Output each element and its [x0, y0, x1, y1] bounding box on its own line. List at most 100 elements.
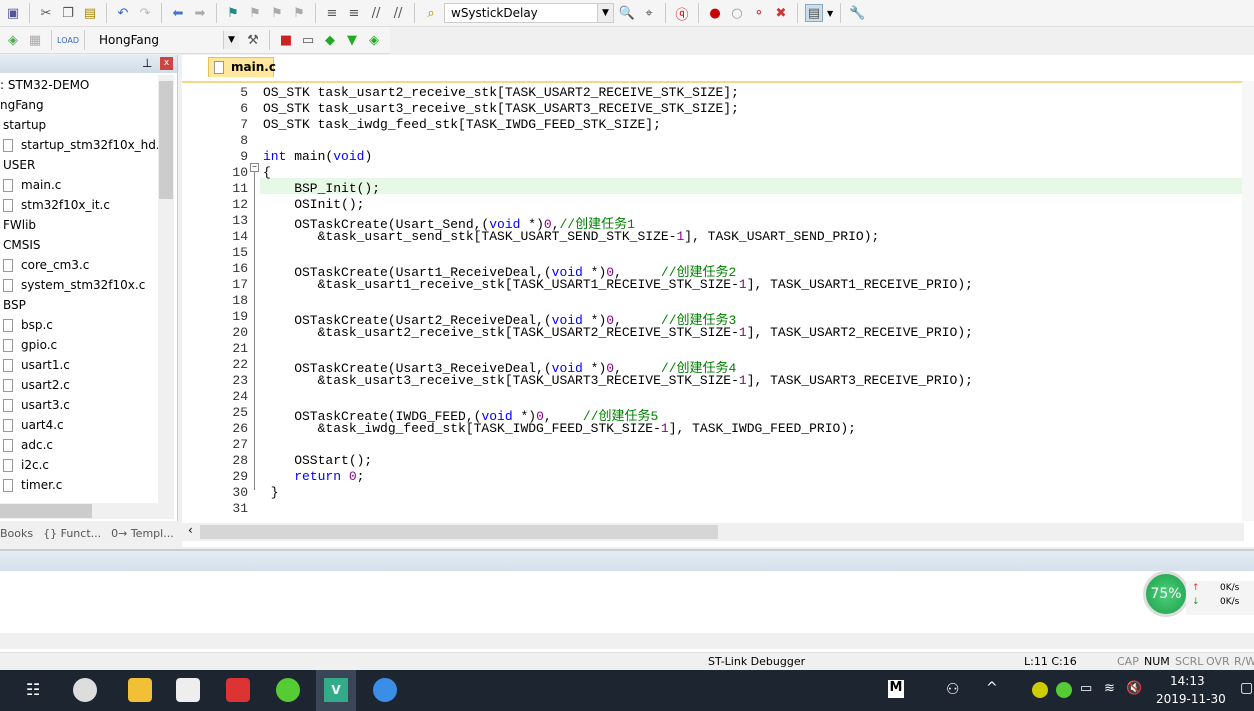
ime-indicator[interactable]: M [888, 680, 904, 698]
indent-icon[interactable]: ≡ [323, 4, 341, 22]
cut-icon[interactable]: ✂ [37, 4, 55, 22]
tree-item[interactable]: system_stm32f10x.c [0, 275, 158, 295]
clock-date[interactable]: 2019-11-30 [1156, 692, 1226, 706]
app-icon-green[interactable] [276, 678, 300, 702]
find-icon[interactable]: 🔍 [618, 4, 636, 22]
chevron-up-icon[interactable]: ^ [986, 680, 998, 696]
load-icon[interactable]: LOAD [57, 31, 79, 49]
code-line[interactable]: int main(void) [263, 149, 372, 164]
uncomment-icon[interactable]: // [389, 4, 407, 22]
code-line[interactable]: BSP_Init(); [263, 181, 380, 196]
redo-icon[interactable]: ↷ [136, 4, 154, 22]
fold-icon[interactable]: − [250, 163, 259, 172]
tree-item[interactable]: BSP [0, 295, 158, 315]
tab-books[interactable]: Books [0, 527, 33, 540]
next-bookmark-icon[interactable]: ⚑ [268, 4, 286, 22]
pack-installer-icon[interactable]: ◆ [321, 31, 339, 49]
tray-icon-e[interactable] [1056, 682, 1072, 698]
tab-main-c[interactable]: main.c [208, 57, 276, 77]
back-icon[interactable]: ⬅ [169, 4, 187, 22]
batch-build-icon[interactable]: ▣ [4, 4, 22, 22]
code-line[interactable]: OS_STK task_iwdg_feed_stk[TASK_IWDG_FEED… [263, 117, 661, 132]
clock-time[interactable]: 14:13 [1170, 674, 1205, 688]
bookmark-icon[interactable]: ⚑ [224, 4, 242, 22]
battery-icon[interactable]: ▭ [1080, 681, 1092, 696]
close-icon[interactable]: x [160, 57, 173, 70]
tree-vscrollbar[interactable] [158, 75, 174, 507]
build-hscrollbar[interactable] [0, 633, 1254, 649]
tree-item[interactable]: core_cm3.c [0, 255, 158, 275]
tree-item[interactable]: i2c.c [0, 455, 158, 475]
window-layout-icon[interactable]: ▤ [805, 4, 823, 22]
tab-functions[interactable]: {} Funct... [43, 527, 101, 540]
build-icon[interactable]: ▦ [26, 31, 44, 49]
notifications-icon[interactable]: ▢ [1240, 680, 1253, 696]
editor-vscrollbar[interactable] [1242, 81, 1254, 521]
incremental-find-icon[interactable]: ⌖ [640, 4, 658, 22]
code-line[interactable]: OSStart(); [263, 453, 372, 468]
code-line[interactable]: &task_usart3_receive_stk[TASK_USART3_REC… [263, 373, 973, 388]
tree-item[interactable]: USER [0, 155, 158, 175]
file-explorer-icon[interactable] [128, 678, 152, 702]
tree-item[interactable]: usart1.c [0, 355, 158, 375]
tree-item[interactable]: usart2.c [0, 375, 158, 395]
tree-item[interactable]: startup [0, 115, 158, 135]
chevron-down-icon[interactable]: ▼ [223, 31, 239, 49]
translate-icon[interactable]: ◈ [4, 31, 22, 49]
unindent-icon[interactable]: ≡ [345, 4, 363, 22]
paste-icon[interactable]: ▤ [81, 4, 99, 22]
people-icon[interactable]: ⚇ [946, 680, 959, 698]
code-line[interactable]: &task_usart_send_stk[TASK_USART_SEND_STK… [263, 229, 880, 244]
tree-item[interactable]: startup_stm32f10x_hd.s [0, 135, 158, 155]
code-line[interactable]: } [263, 485, 279, 500]
target-options-icon[interactable]: ⚒ [244, 31, 262, 49]
code-line[interactable]: &task_iwdg_feed_stk[TASK_IWDG_FEED_STK_S… [263, 421, 856, 436]
copy-icon[interactable]: ❐ [59, 4, 77, 22]
app-icon-red[interactable] [226, 678, 250, 702]
code-line[interactable]: &task_usart1_receive_stk[TASK_USART1_REC… [263, 277, 973, 292]
tree-item[interactable]: main.c [0, 175, 158, 195]
find-combo[interactable]: wSystickDelay ▼ [444, 3, 614, 23]
tree-item[interactable]: usart3.c [0, 395, 158, 415]
editor-hscrollbar[interactable]: ‹ [182, 523, 1244, 541]
chevron-down-icon[interactable]: ▼ [597, 4, 613, 22]
kill-breakpoints-icon[interactable]: ✖ [772, 4, 790, 22]
select-pack-icon[interactable]: ▼ [343, 31, 361, 49]
code-line[interactable]: OS_STK task_usart2_receive_stk[TASK_USAR… [263, 85, 739, 100]
tree-item[interactable]: ngFang [0, 95, 158, 115]
netmon-gauge[interactable]: 75% [1143, 571, 1189, 617]
file-extensions-icon[interactable]: ▭ [299, 31, 317, 49]
tab-templates[interactable]: 0→ Templ... [111, 527, 174, 540]
code-area[interactable]: − 5 OS_STK task_usart2_receive_stk[TASK_U… [182, 81, 1252, 525]
prev-bookmark-icon[interactable]: ⚑ [246, 4, 264, 22]
store-icon[interactable] [176, 678, 200, 702]
tree-hscrollbar[interactable] [0, 503, 174, 519]
code-line[interactable]: { [263, 165, 271, 180]
configure-icon[interactable]: 🔧 [848, 4, 866, 22]
code-line[interactable]: return 0; [263, 469, 364, 484]
wifi-icon[interactable]: ≋ [1104, 681, 1115, 696]
tree-item[interactable]: uart4.c [0, 415, 158, 435]
task-view-icon[interactable]: ☷ [26, 680, 40, 699]
app-icon-pinwheel[interactable] [73, 678, 97, 702]
run-time-env-icon[interactable]: ◈ [365, 31, 383, 49]
disable-breakpoint-icon[interactable]: ○ [728, 4, 746, 22]
pin-icon[interactable]: ⊥ [142, 56, 152, 70]
browser-icon[interactable] [373, 678, 397, 702]
comment-icon[interactable]: // [367, 4, 385, 22]
clear-bookmarks-icon[interactable]: ⚑ [290, 4, 308, 22]
tree-item[interactable]: stm32f10x_it.c [0, 195, 158, 215]
find-in-files-icon[interactable]: ⌕ [422, 4, 440, 22]
code-line[interactable]: OSInit(); [263, 197, 364, 212]
tree-item[interactable]: timer.c [0, 475, 158, 495]
volume-muted-icon[interactable]: 🔇 [1126, 681, 1142, 696]
breakpoint-icon[interactable]: ● [706, 4, 724, 22]
code-line[interactable]: OS_STK task_usart3_receive_stk[TASK_USAR… [263, 101, 739, 116]
tree-item[interactable]: adc.c [0, 435, 158, 455]
tree-item[interactable]: FWlib [0, 215, 158, 235]
undo-icon[interactable]: ↶ [114, 4, 132, 22]
scroll-left-icon[interactable]: ‹ [182, 523, 199, 537]
manage-components-icon[interactable]: ■ [277, 31, 295, 49]
target-select[interactable]: HongFang ▼ [92, 30, 240, 50]
keil-taskbar-button[interactable]: V [316, 670, 356, 711]
